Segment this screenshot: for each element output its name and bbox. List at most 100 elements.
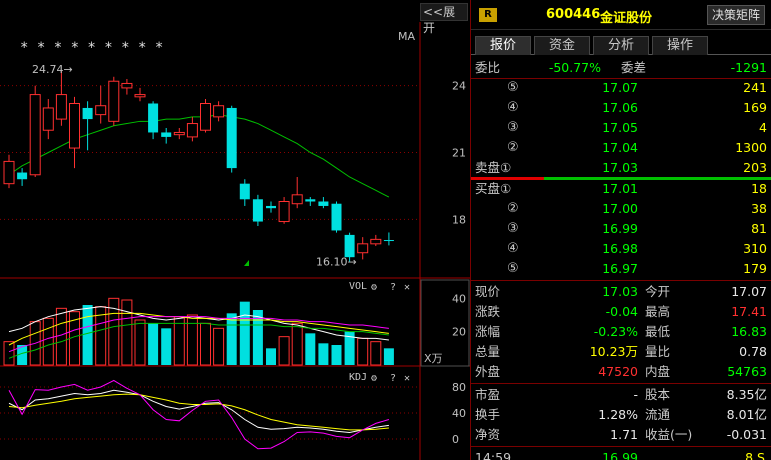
vol-tick-label: 40 xyxy=(452,292,466,305)
fund-label: 市盈 xyxy=(475,387,501,402)
candle-body xyxy=(69,103,80,149)
candle-body xyxy=(82,107,93,120)
last-tick-row: 14:59 16.99 8 S xyxy=(471,448,771,460)
tab-funds[interactable]: 资金 xyxy=(534,36,590,55)
weicha-label: 委差 xyxy=(621,60,647,75)
volume-bar xyxy=(134,319,146,366)
kdj-gear-icon: ⚙ xyxy=(370,373,377,384)
vol-unit-label: X万 xyxy=(424,352,443,365)
volume-bar xyxy=(200,322,211,366)
divider xyxy=(471,446,771,447)
quote-label: 现价 xyxy=(475,284,501,299)
quote-panel: R 600446 金证股份 决策矩阵 报价 资金 分析 操作 委比 -50.77%… xyxy=(470,0,771,460)
weibi-row: 委比 -50.77% 委差 -1291 xyxy=(471,58,771,78)
volume-bar xyxy=(42,317,54,366)
candle-body xyxy=(291,194,303,205)
candle-body xyxy=(266,205,276,209)
volume-bar xyxy=(173,316,185,366)
ma-label: MA xyxy=(398,30,415,43)
stock-code: 600446 xyxy=(546,7,601,22)
vol-label: VOL xyxy=(349,281,367,292)
sell-level: ② xyxy=(507,140,519,155)
buy-price: 17.00 xyxy=(602,201,638,216)
sell-price: 17.06 xyxy=(602,100,638,115)
fundamental-row: 市盈 - 股本 8.35亿 xyxy=(471,385,771,405)
buy-row: ③ 16.99 81 xyxy=(471,219,771,239)
sell-level: ③ xyxy=(507,120,519,135)
fundamental-row: 换手 1.28% 流通 8.01亿 xyxy=(471,405,771,425)
price-tick-label: 24 xyxy=(452,80,466,93)
weibi-label: 委比 xyxy=(475,60,501,75)
sell-level: ④ xyxy=(507,100,519,115)
volume-bar xyxy=(161,328,172,365)
sell-volume: 4 xyxy=(759,120,767,135)
tab-quote[interactable]: 报价 xyxy=(475,36,531,55)
volume-bar xyxy=(3,341,15,366)
kline-chart-svg[interactable]: 24 21 18 MA 24.74→ 16.10→ * * * * * * * * * 40 2… xyxy=(0,0,470,460)
buy-price: 16.99 xyxy=(602,221,638,236)
volume-bar xyxy=(370,341,382,366)
kdj-k-line xyxy=(8,389,389,434)
candle-body xyxy=(200,103,211,131)
divider xyxy=(471,383,771,384)
kdj-tick-label: 0 xyxy=(452,433,459,446)
fund-label: 流通 xyxy=(645,407,671,422)
volume-bar xyxy=(266,348,276,365)
buy-price: 17.01 xyxy=(602,181,638,196)
buy-level: ② xyxy=(507,201,519,216)
volume-bar xyxy=(278,336,290,366)
quote-label: 今开 xyxy=(645,284,671,299)
quote-value: 16.83 xyxy=(731,324,767,339)
fund-value: 1.28% xyxy=(598,407,638,422)
sell-volume: 1300 xyxy=(735,140,767,155)
buy-row: 买盘① 17.01 18 xyxy=(471,179,771,199)
buy-level: ⑤ xyxy=(507,261,519,276)
tab-operation[interactable]: 操作 xyxy=(652,36,708,55)
tab-analysis[interactable]: 分析 xyxy=(593,36,649,55)
buy-volume: 81 xyxy=(751,221,767,236)
volume-bar xyxy=(291,322,303,366)
fund-label: 净资 xyxy=(475,427,501,442)
quote-label: 量比 xyxy=(645,344,671,359)
fund-label: 收益(一) xyxy=(645,427,693,442)
buy-price: 16.97 xyxy=(602,261,638,276)
candle-body xyxy=(331,203,342,231)
quote-label: 外盘 xyxy=(475,364,501,379)
sell-row: ③ 17.05 4 xyxy=(471,118,771,138)
quote-label: 最高 xyxy=(645,304,671,319)
kdj-help-icon: ? xyxy=(390,373,396,384)
candle-body xyxy=(186,123,198,138)
fund-value: -0.031 xyxy=(726,427,767,442)
fundamental-row: 净资 1.71 收益(一) -0.031 xyxy=(471,425,771,445)
r-badge: R xyxy=(479,8,497,22)
volume-bar xyxy=(213,327,225,366)
sell-volume: 169 xyxy=(743,100,767,115)
decision-matrix-button[interactable]: 决策矩阵 xyxy=(706,5,765,25)
fund-value: 1.71 xyxy=(610,427,638,442)
buy-volume: 179 xyxy=(743,261,767,276)
kdj-tick-label: 80 xyxy=(452,381,466,394)
fund-label: 换手 xyxy=(475,407,501,422)
quote-row: 涨幅 -0.23% 最低 16.83 xyxy=(471,322,771,342)
sell-row: ④ 17.06 169 xyxy=(471,98,771,118)
quote-label: 涨幅 xyxy=(475,324,501,339)
sell-price: 17.07 xyxy=(602,80,638,95)
kdj-tick-label: 40 xyxy=(452,407,466,420)
stock-name: 金证股份 xyxy=(600,11,653,26)
sell-price: 17.05 xyxy=(602,120,638,135)
sell-row: ② 17.04 1300 xyxy=(471,138,771,158)
tick-price: 16.99 xyxy=(602,450,638,460)
quote-row: 外盘 47520 内盘 54763 xyxy=(471,362,771,382)
candle-body xyxy=(383,240,394,242)
event-stars: * * * * * * * * * xyxy=(20,40,163,56)
quote-value: 0.78 xyxy=(739,344,767,359)
quote-value: -0.23% xyxy=(593,324,638,339)
candle-body xyxy=(318,201,329,206)
expand-button[interactable]: <<展开 xyxy=(420,3,468,35)
price-high-label: 24.74→ xyxy=(32,63,73,76)
kline-chart-area[interactable]: 24 21 18 MA 24.74→ 16.10→ * * * * * * * * * 40 2… xyxy=(0,0,470,460)
candle-body xyxy=(95,105,107,116)
quote-value: 17.07 xyxy=(731,284,767,299)
price-low-label: 16.10→ xyxy=(316,256,357,269)
fund-value: 8.01亿 xyxy=(726,407,767,422)
